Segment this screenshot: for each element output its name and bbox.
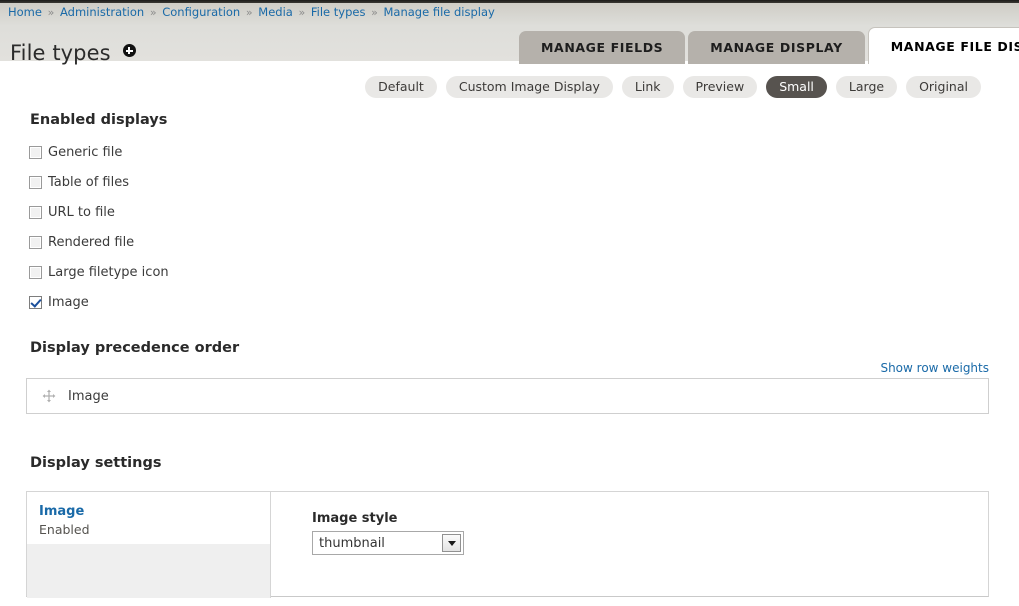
tab-manage-fields[interactable]: MANAGE FIELDS xyxy=(519,31,686,64)
checkbox-label-generic-file: Generic file xyxy=(48,144,123,160)
view-mode-pills: Default Custom Image Display Link Previe… xyxy=(0,76,1019,98)
checkbox-generic-file[interactable] xyxy=(29,145,42,159)
display-plugin-link-image[interactable]: Image xyxy=(39,504,270,519)
table-row[interactable]: Image xyxy=(27,389,988,404)
view-mode-original[interactable]: Original xyxy=(906,76,981,98)
breadcrumb-separator: » xyxy=(245,6,253,19)
checkbox-label-image: Image xyxy=(48,294,89,310)
page-title: File types xyxy=(10,41,136,65)
breadcrumb-separator: » xyxy=(371,6,378,19)
show-row-weights-link[interactable]: Show row weights xyxy=(880,361,989,375)
tab-manage-display[interactable]: MANAGE DISPLAY xyxy=(688,31,865,64)
breadcrumb-item-file-types[interactable]: File types xyxy=(311,5,366,19)
page-header-band: Home » Administration » Configuration » … xyxy=(0,3,1019,65)
breadcrumb-separator: » xyxy=(149,6,157,19)
precedence-row-label: Image xyxy=(68,388,109,404)
page-title-text: File types xyxy=(10,41,111,66)
checkbox-row-large-filetype-icon[interactable]: Large filetype icon xyxy=(29,257,169,287)
display-settings-summary-fill xyxy=(27,544,270,598)
image-style-label: Image style xyxy=(312,511,398,526)
display-settings-form: Image style thumbnail xyxy=(272,492,989,598)
chevron-down-icon[interactable] xyxy=(442,534,461,552)
checkbox-url-to-file[interactable] xyxy=(29,205,42,219)
breadcrumb-item-configuration[interactable]: Configuration xyxy=(162,5,240,19)
breadcrumb-separator: » xyxy=(47,6,55,19)
display-settings-heading: Display settings xyxy=(30,455,162,471)
display-settings-summary-head: Image Enabled xyxy=(27,492,270,537)
display-settings-summary: Image Enabled xyxy=(27,492,271,598)
enabled-displays-list: Generic file Table of files URL to file … xyxy=(29,137,169,317)
view-mode-link[interactable]: Link xyxy=(621,76,674,98)
view-mode-custom-image-display[interactable]: Custom Image Display xyxy=(445,76,613,98)
view-mode-preview[interactable]: Preview xyxy=(682,76,758,98)
enabled-displays-heading: Enabled displays xyxy=(30,112,168,128)
breadcrumb-item-media[interactable]: Media xyxy=(258,5,293,19)
checkbox-label-rendered-file: Rendered file xyxy=(48,234,135,250)
checkbox-row-image[interactable]: Image xyxy=(29,287,169,317)
breadcrumb-item-manage-file-display[interactable]: Manage file display xyxy=(384,5,495,19)
breadcrumb-item-home[interactable]: Home xyxy=(8,5,42,19)
checkbox-label-large-filetype-icon: Large filetype icon xyxy=(48,264,169,280)
precedence-table: Image xyxy=(26,378,989,414)
display-settings-panel: Image Enabled Image style thumbnail xyxy=(26,491,989,598)
primary-tabs: MANAGE FIELDS MANAGE DISPLAY MANAGE FILE… xyxy=(519,27,1019,64)
checkbox-label-url-to-file: URL to file xyxy=(48,204,115,220)
breadcrumb: Home » Administration » Configuration » … xyxy=(8,5,495,20)
view-mode-default[interactable]: Default xyxy=(365,76,437,98)
checkbox-label-table-of-files: Table of files xyxy=(48,174,129,190)
checkbox-large-filetype-icon[interactable] xyxy=(29,265,42,279)
tab-manage-file-display[interactable]: MANAGE FILE DISPLAY xyxy=(867,27,1019,64)
precedence-heading: Display precedence order xyxy=(30,340,240,356)
checkbox-row-url-to-file[interactable]: URL to file xyxy=(29,197,169,227)
checkbox-row-table-of-files[interactable]: Table of files xyxy=(29,167,169,197)
view-mode-large[interactable]: Large xyxy=(835,76,898,98)
checkbox-row-generic-file[interactable]: Generic file xyxy=(29,137,169,167)
image-style-select[interactable]: thumbnail xyxy=(312,531,464,555)
add-icon[interactable] xyxy=(122,44,136,58)
checkbox-row-rendered-file[interactable]: Rendered file xyxy=(29,227,169,257)
breadcrumb-separator: » xyxy=(298,6,306,19)
checkbox-rendered-file[interactable] xyxy=(29,235,42,249)
checkbox-image[interactable] xyxy=(29,295,42,309)
drag-handle-icon[interactable] xyxy=(42,389,56,403)
breadcrumb-item-administration[interactable]: Administration xyxy=(60,5,144,19)
display-plugin-state: Enabled xyxy=(39,522,90,537)
image-style-selected-value: thumbnail xyxy=(319,535,385,551)
checkbox-table-of-files[interactable] xyxy=(29,175,42,189)
view-mode-small[interactable]: Small xyxy=(766,76,827,98)
